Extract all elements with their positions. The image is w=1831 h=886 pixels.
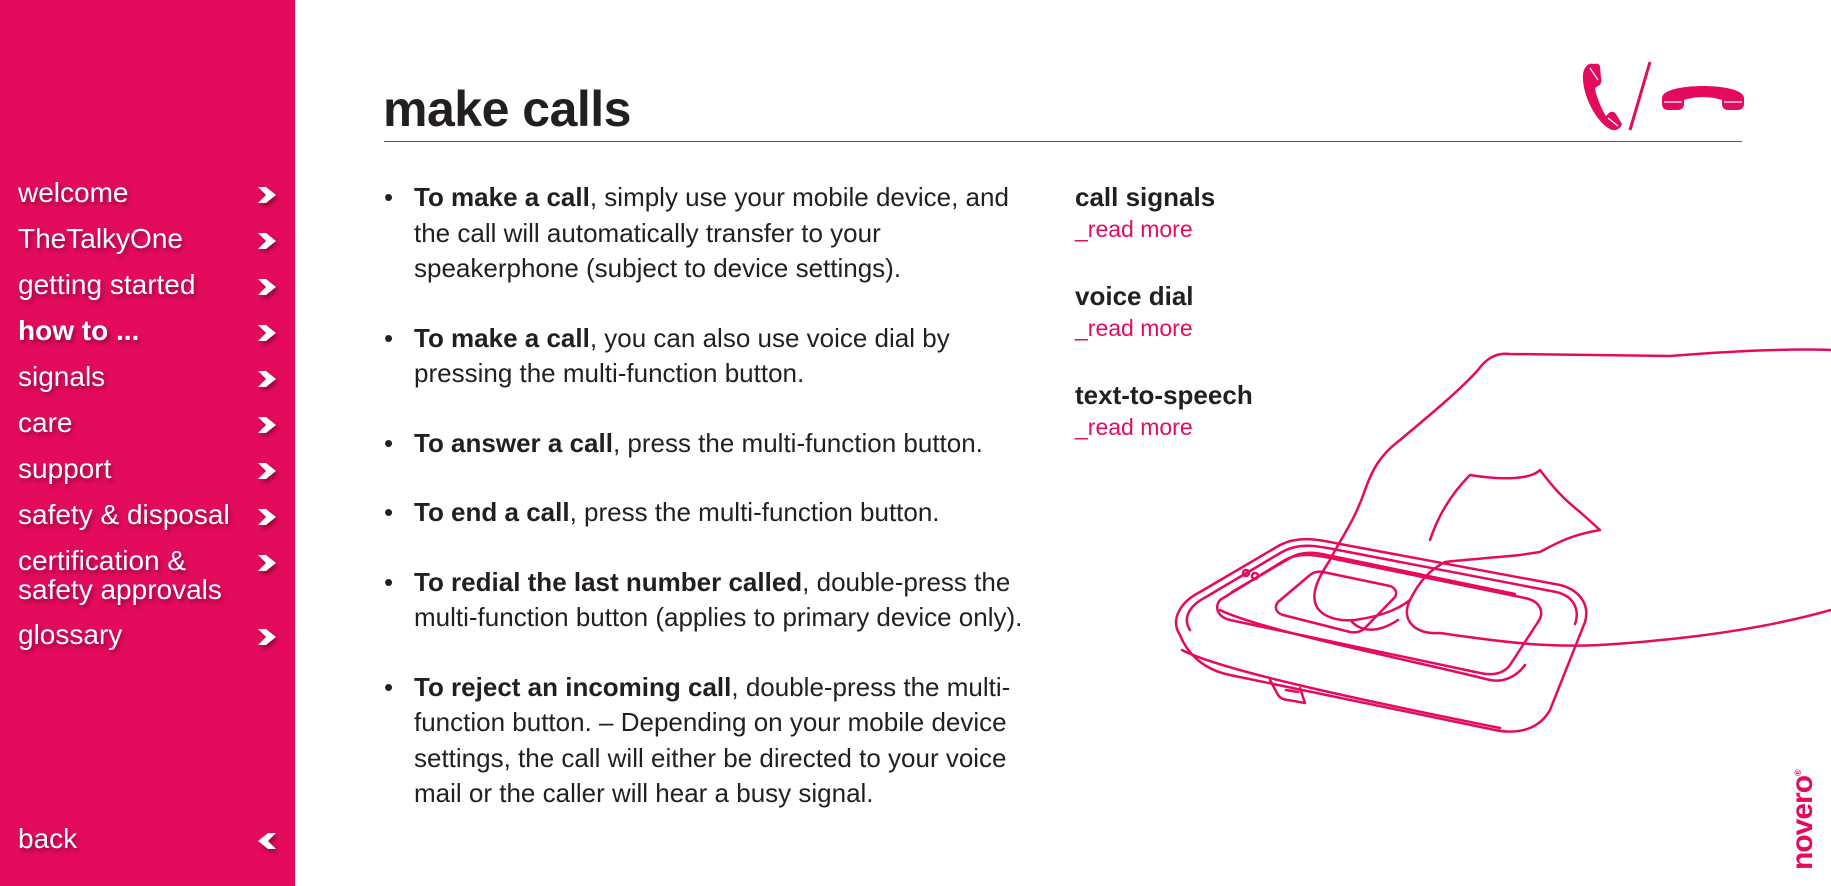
chevron-right-icon bbox=[258, 417, 276, 433]
related-heading: voice dial bbox=[1075, 281, 1194, 311]
item-bold: To end a call bbox=[414, 497, 570, 527]
back-button[interactable]: back bbox=[18, 824, 280, 854]
sidebar-item-welcome[interactable]: welcome bbox=[18, 178, 280, 208]
item-text: , press the multi-function button. bbox=[569, 497, 940, 527]
sidebar-item-support[interactable]: support bbox=[18, 454, 280, 484]
sidebar-item-label: glossary bbox=[18, 619, 123, 650]
sidebar-item-certification[interactable]: certification & safety approvals bbox=[18, 546, 280, 604]
read-more-link[interactable]: _read more bbox=[1075, 214, 1335, 244]
sidebar-item-label: care bbox=[18, 407, 73, 438]
sidebar-item-label: signals bbox=[18, 361, 106, 392]
item-bold: To make a call bbox=[414, 322, 590, 353]
sidebar-item-signals[interactable]: signals bbox=[18, 362, 280, 392]
sidebar-item-label: welcome bbox=[18, 177, 129, 208]
list-item: • To make a call, simply use your mobile … bbox=[384, 182, 1009, 283]
sidebar-item-label: how to ... bbox=[18, 315, 140, 346]
list-item: • To redial the last number called, doubl… bbox=[384, 566, 1023, 633]
title-divider bbox=[384, 141, 1742, 142]
item-bold: To reject an incoming call bbox=[414, 671, 732, 702]
instruction-list: • To make a call, simply use your mobile … bbox=[384, 180, 1044, 846]
slash-divider bbox=[1628, 61, 1652, 131]
related-heading: call signals bbox=[1075, 182, 1216, 212]
sidebar-item-safety-disposal[interactable]: safety & disposal bbox=[18, 500, 280, 530]
sidebar-item-label: getting started bbox=[18, 269, 196, 300]
back-label: back bbox=[18, 823, 78, 854]
device-press-illustration bbox=[1174, 348, 1831, 733]
item-text: , press the multi-function button. bbox=[612, 427, 983, 458]
sidebar-item-care[interactable]: care bbox=[18, 408, 280, 438]
chevron-right-icon bbox=[258, 233, 276, 249]
item-bold: To redial the last number called bbox=[414, 566, 803, 597]
sidebar-item-how-to[interactable]: how to ... bbox=[18, 316, 280, 346]
item-bold: To make a call bbox=[414, 182, 590, 212]
chevron-right-icon bbox=[258, 325, 276, 341]
chevron-right-icon bbox=[258, 279, 276, 295]
sidebar-item-thetalkyone[interactable]: TheTalkyOne bbox=[18, 224, 280, 254]
item-bold: To answer a call bbox=[414, 427, 613, 458]
chevron-right-icon bbox=[258, 463, 276, 479]
sidebar-item-label: safety & disposal bbox=[18, 499, 230, 530]
chevron-left-icon bbox=[258, 833, 276, 849]
list-item: • To end a call, press the multi-function… bbox=[384, 497, 940, 527]
related-call-signals: call signals _read more bbox=[1075, 180, 1335, 244]
speakerphone-drawing bbox=[1174, 537, 1588, 733]
sidebar: welcome TheTalkyOne getting started how … bbox=[0, 0, 295, 886]
phone-pickup-icon bbox=[1582, 63, 1622, 131]
sidebar-item-label: TheTalkyOne bbox=[18, 223, 183, 254]
chevron-right-icon bbox=[258, 509, 276, 525]
sidebar-item-label: certification & safety approvals bbox=[18, 545, 222, 605]
phone-hangup-icon bbox=[1662, 86, 1744, 110]
sidebar-item-getting-started[interactable]: getting started bbox=[18, 270, 280, 300]
sidebar-nav: welcome TheTalkyOne getting started how … bbox=[18, 178, 280, 666]
chevron-right-icon bbox=[258, 371, 276, 387]
chevron-right-icon bbox=[258, 629, 276, 645]
sidebar-item-glossary[interactable]: glossary bbox=[18, 620, 280, 650]
page-title: make calls bbox=[383, 81, 631, 137]
chevron-right-icon bbox=[258, 187, 276, 203]
list-item: • To make a call, you can also use voice … bbox=[384, 322, 950, 389]
novero-logo: novero® bbox=[1786, 770, 1819, 870]
list-item: • To answer a call, press the multi-funct… bbox=[384, 427, 983, 458]
sidebar-item-label: support bbox=[18, 453, 112, 484]
call-icons bbox=[1582, 61, 1744, 131]
chevron-right-icon bbox=[258, 555, 276, 571]
list-item: • To reject an incoming call, double-pres… bbox=[384, 671, 1011, 809]
